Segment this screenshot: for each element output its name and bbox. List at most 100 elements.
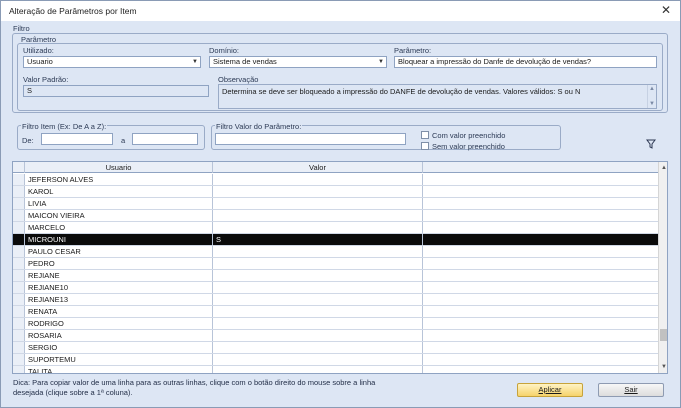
cell-valor[interactable] (213, 174, 423, 185)
scroll-up-icon[interactable]: ▲ (659, 163, 667, 173)
chevron-down-icon[interactable]: ▼ (190, 57, 200, 67)
cell-usuario[interactable]: SUPORTEMU (25, 354, 213, 365)
row-indicator[interactable] (13, 366, 25, 373)
cell-usuario[interactable]: PAULO CESAR (25, 246, 213, 257)
scroll-thumb[interactable] (660, 329, 667, 341)
hint-text: Dica: Para copiar valor de uma linha par… (13, 378, 376, 397)
scroll-up-icon[interactable]: ▲ (648, 86, 656, 92)
cell-usuario[interactable]: MICROUNI (25, 234, 213, 245)
utilizado-label: Utilizado: (23, 46, 54, 55)
row-indicator[interactable] (13, 198, 25, 209)
row-indicator[interactable] (13, 306, 25, 317)
parametro-label: Parâmetro: (394, 46, 432, 55)
table-row[interactable]: REJIANE (13, 270, 658, 282)
cell-valor[interactable] (213, 366, 423, 373)
cell-valor[interactable] (213, 342, 423, 353)
close-icon[interactable]: ✕ (657, 2, 675, 19)
dominio-label: Domínio: (209, 46, 240, 55)
com-valor-checkbox[interactable] (421, 131, 429, 139)
parametro-field[interactable]: Bloquear a impressão do Danfe de devoluç… (394, 56, 657, 68)
row-indicator[interactable] (13, 210, 25, 221)
column-header-valor[interactable]: Valor (213, 162, 423, 173)
cell-usuario[interactable]: MARCELO (25, 222, 213, 233)
observacao-scrollbar[interactable]: ▲ ▼ (647, 85, 656, 108)
table-row[interactable]: RODRIGO (13, 318, 658, 330)
sem-valor-checkbox[interactable] (421, 142, 429, 150)
filtro-item-label: Filtro Item (Ex: De A a Z): (21, 122, 108, 131)
cell-valor[interactable]: S (213, 234, 423, 245)
row-indicator[interactable] (13, 174, 25, 185)
cell-usuario[interactable]: PEDRO (25, 258, 213, 269)
row-indicator[interactable] (13, 258, 25, 269)
cell-usuario[interactable]: REJIANE10 (25, 282, 213, 293)
row-indicator[interactable] (13, 282, 25, 293)
cell-usuario[interactable]: ROSARIA (25, 330, 213, 341)
cell-valor[interactable] (213, 330, 423, 341)
table-row[interactable]: TALITA (13, 366, 658, 373)
valor-padrao-label: Valor Padrão: (23, 75, 69, 84)
table-row[interactable]: RENATA (13, 306, 658, 318)
column-header-empty (423, 162, 658, 173)
table-row[interactable]: PAULO CESAR (13, 246, 658, 258)
table-row[interactable]: MICROUNI S (13, 234, 658, 246)
cell-usuario[interactable]: TALITA (25, 366, 213, 373)
cell-usuario[interactable]: RODRIGO (25, 318, 213, 329)
cell-usuario[interactable]: JEFERSON ALVES (25, 174, 213, 185)
filtro-valor-input[interactable] (215, 133, 406, 145)
column-header-usuario[interactable]: Usuario (25, 162, 213, 173)
row-indicator[interactable] (13, 234, 25, 245)
dominio-select[interactable]: Sistema de vendas ▼ (209, 56, 387, 68)
cell-valor[interactable] (213, 246, 423, 257)
cell-usuario[interactable]: MAICON VIEIRA (25, 210, 213, 221)
title-bar: Alteração de Parâmetros por Item ✕ (1, 1, 680, 21)
scroll-down-icon[interactable]: ▼ (659, 362, 667, 372)
row-indicator[interactable] (13, 294, 25, 305)
row-indicator[interactable] (13, 246, 25, 257)
cell-valor[interactable] (213, 282, 423, 293)
cell-valor[interactable] (213, 258, 423, 269)
cell-usuario[interactable]: SERGIO (25, 342, 213, 353)
grid-vertical-scrollbar[interactable]: ▲ ▼ (658, 162, 667, 373)
cell-valor[interactable] (213, 198, 423, 209)
cell-usuario[interactable]: RENATA (25, 306, 213, 317)
table-row[interactable]: REJIANE13 (13, 294, 658, 306)
filtro-item-de-input[interactable] (41, 133, 113, 145)
cell-usuario[interactable]: KAROL (25, 186, 213, 197)
scroll-down-icon[interactable]: ▼ (648, 101, 656, 107)
cell-valor[interactable] (213, 306, 423, 317)
cell-valor[interactable] (213, 270, 423, 281)
cell-valor[interactable] (213, 210, 423, 221)
filter-icon[interactable] (646, 139, 656, 149)
table-row[interactable]: SERGIO (13, 342, 658, 354)
table-row[interactable]: ROSARIA (13, 330, 658, 342)
table-row[interactable]: PEDRO (13, 258, 658, 270)
row-indicator[interactable] (13, 354, 25, 365)
cell-valor[interactable] (213, 294, 423, 305)
cell-valor[interactable] (213, 186, 423, 197)
row-indicator[interactable] (13, 186, 25, 197)
table-row[interactable]: MAICON VIEIRA (13, 210, 658, 222)
sair-button[interactable]: Sair (598, 383, 664, 397)
cell-valor[interactable] (213, 354, 423, 365)
table-row[interactable]: KAROL (13, 186, 658, 198)
table-row[interactable]: LIVIA (13, 198, 658, 210)
table-row[interactable]: SUPORTEMU (13, 354, 658, 366)
cell-valor[interactable] (213, 318, 423, 329)
chevron-down-icon[interactable]: ▼ (376, 57, 386, 67)
row-indicator[interactable] (13, 330, 25, 341)
row-indicator[interactable] (13, 270, 25, 281)
aplicar-button[interactable]: Aplicar (517, 383, 583, 397)
table-row[interactable]: REJIANE10 (13, 282, 658, 294)
cell-usuario[interactable]: REJIANE13 (25, 294, 213, 305)
row-indicator[interactable] (13, 318, 25, 329)
cell-valor[interactable] (213, 222, 423, 233)
filtro-item-a-input[interactable] (132, 133, 198, 145)
table-row[interactable]: JEFERSON ALVES (13, 174, 658, 186)
table-row[interactable]: MARCELO (13, 222, 658, 234)
cell-usuario[interactable]: REJIANE (25, 270, 213, 281)
utilizado-value: Usuario (27, 57, 53, 66)
row-indicator[interactable] (13, 342, 25, 353)
utilizado-select[interactable]: Usuario ▼ (23, 56, 201, 68)
row-indicator[interactable] (13, 222, 25, 233)
cell-usuario[interactable]: LIVIA (25, 198, 213, 209)
